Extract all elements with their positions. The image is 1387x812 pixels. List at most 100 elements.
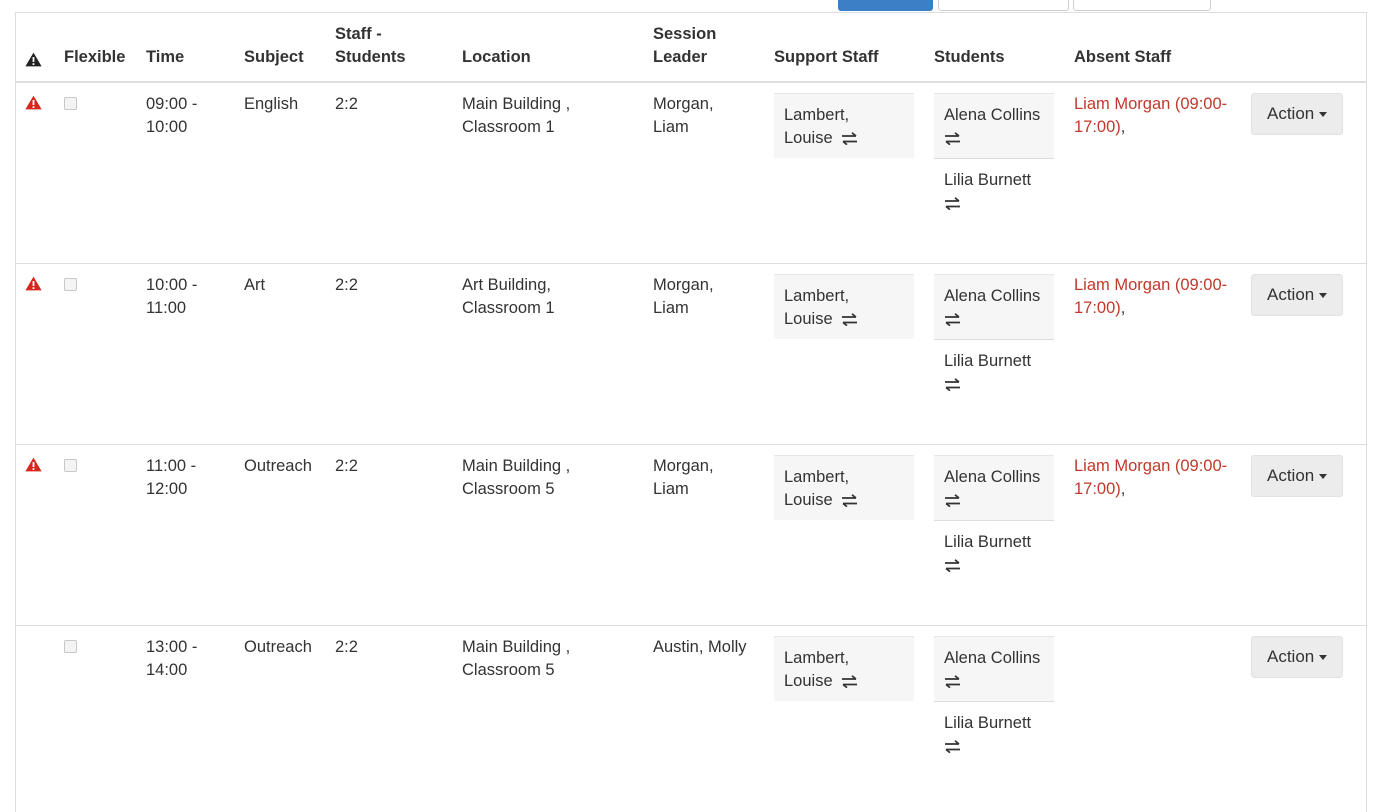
flexible-checkbox[interactable]: [64, 639, 77, 653]
action-dropdown-button[interactable]: Action: [1251, 635, 1344, 678]
student-name: Alena Collins: [944, 648, 1041, 667]
row-ratio: 2:2: [325, 262, 452, 444]
header-action: [1241, 13, 1366, 83]
support-line2: Louise: [784, 671, 833, 690]
student-chip[interactable]: Lilia Burnett: [934, 700, 1054, 766]
row-flexible-cell: [54, 262, 136, 444]
student-chip[interactable]: Alena Collins: [934, 273, 1054, 339]
time-end: 14:00: [146, 660, 188, 679]
support-line1: Lambert,: [784, 648, 850, 667]
leader-line2: Liam: [653, 118, 689, 136]
row-leader-cell: Morgan, Liam: [643, 82, 764, 263]
table-row: 11:00 - 12:00 Outreach 2:2 Main Building…: [16, 443, 1366, 625]
swap-icon[interactable]: [841, 132, 858, 146]
swap-icon[interactable]: [841, 312, 858, 326]
swap-icon[interactable]: [944, 558, 961, 572]
time-end: 10:00: [146, 118, 188, 136]
action-dropdown-button[interactable]: Action: [1251, 454, 1344, 497]
row-students-cell: Alena Collins Lilia Burnett: [924, 443, 1064, 625]
row-students-cell: Alena Collins Lilia Burnett: [924, 262, 1064, 444]
header-flexible: Flexible: [54, 13, 136, 83]
header-warning: [16, 13, 54, 83]
support-staff-chip[interactable]: Lambert, Louise: [774, 635, 914, 701]
header-students: Students: [924, 13, 1064, 83]
action-label: Action: [1267, 465, 1315, 485]
location-line1: Main Building ,: [462, 637, 571, 656]
swap-icon[interactable]: [841, 674, 858, 688]
header-staff-students: Staff - Students: [325, 13, 452, 83]
warning-icon: [25, 52, 42, 67]
student-chip[interactable]: Alena Collins: [934, 93, 1054, 158]
flexible-checkbox[interactable]: [64, 458, 77, 472]
support-staff-chip[interactable]: Lambert, Louise: [774, 93, 914, 158]
swap-icon[interactable]: [944, 674, 961, 688]
leader-line1: Morgan,: [653, 275, 714, 294]
swap-icon[interactable]: [944, 739, 961, 753]
support-line1: Lambert,: [784, 467, 850, 486]
support-line2: Louise: [784, 129, 833, 147]
top-tab-tertiary[interactable]: [1073, 0, 1211, 11]
student-chip[interactable]: Lilia Burnett: [934, 158, 1054, 223]
absent-separator: ,: [1120, 479, 1126, 498]
student-name: Lilia Burnett: [944, 713, 1032, 732]
flexible-checkbox[interactable]: [64, 277, 77, 291]
header-location: Location: [452, 13, 643, 83]
student-chip[interactable]: Lilia Burnett: [934, 338, 1054, 404]
row-support-cell: Lambert, Louise: [764, 82, 924, 263]
leader-line1: Morgan,: [653, 456, 714, 475]
swap-icon[interactable]: [944, 132, 961, 146]
header-time: Time: [136, 13, 234, 83]
student-name: Alena Collins: [944, 106, 1041, 124]
row-subject: English: [244, 95, 299, 113]
swap-icon[interactable]: [944, 312, 961, 326]
action-dropdown-button[interactable]: Action: [1251, 273, 1344, 316]
location-line2: Classroom 5: [462, 660, 555, 679]
sessions-panel: Flexible Time Subject Staff - Students L…: [15, 12, 1367, 812]
absent-staff-link[interactable]: Liam Morgan (09:00-17:00): [1074, 276, 1227, 317]
time-end: 12:00: [146, 479, 188, 498]
leader-line1: Morgan,: [653, 95, 714, 113]
top-tab-secondary[interactable]: [938, 0, 1069, 11]
flexible-checkbox[interactable]: [64, 97, 77, 110]
support-staff-chip[interactable]: Lambert, Louise: [774, 273, 914, 339]
swap-icon[interactable]: [944, 377, 961, 391]
row-ratio: 2:2: [325, 443, 452, 625]
header-subject: Subject: [234, 13, 325, 83]
alert-icon: [25, 276, 42, 290]
row-support-cell: Lambert, Louise: [764, 443, 924, 625]
student-name: Lilia Burnett: [944, 171, 1032, 189]
student-chip[interactable]: Alena Collins: [934, 635, 1054, 701]
student-chip[interactable]: Alena Collins: [934, 454, 1054, 520]
row-subject: Outreach: [234, 443, 325, 625]
table-row: 10:00 - 11:00 Art 2:2 Art Building, Clas…: [16, 262, 1366, 444]
action-dropdown-button[interactable]: Action: [1251, 93, 1344, 135]
swap-icon[interactable]: [841, 493, 858, 507]
row-time-cell: 11:00 - 12:00: [136, 443, 234, 625]
swap-icon[interactable]: [944, 197, 961, 211]
action-label: Action: [1267, 104, 1315, 123]
location-line2: Classroom 5: [462, 479, 555, 498]
row-time-cell: 09:00 - 10:00: [136, 82, 234, 263]
student-chip[interactable]: Lilia Burnett: [934, 519, 1054, 585]
header-staff-students-line2: Students: [335, 48, 406, 66]
location-line1: Art Building,: [462, 275, 551, 294]
support-line1: Lambert,: [784, 106, 850, 124]
absent-separator: ,: [1120, 118, 1126, 136]
alert-icon: [25, 95, 42, 110]
top-tab-primary[interactable]: [838, 0, 933, 11]
row-absent-cell: Liam Morgan (09:00-17:00),: [1064, 262, 1241, 444]
row-ratio: 2:2: [335, 95, 358, 113]
table-row: 09:00 - 10:00 English 2:2 Main Building …: [16, 82, 1366, 263]
row-time-cell: 10:00 - 11:00: [136, 262, 234, 444]
time-start: 11:00 -: [146, 456, 197, 475]
swap-icon[interactable]: [944, 493, 961, 507]
caret-down-icon: [1319, 473, 1328, 479]
support-line2: Louise: [784, 309, 833, 328]
action-label: Action: [1267, 646, 1315, 666]
support-staff-chip[interactable]: Lambert, Louise: [774, 454, 914, 520]
row-leader-cell: Morgan, Liam: [643, 262, 764, 444]
row-warning-cell: [16, 82, 54, 263]
absent-staff-link[interactable]: Liam Morgan (09:00-17:00): [1074, 95, 1227, 136]
row-students-cell: Alena Collins Lilia Burnett: [924, 82, 1064, 263]
absent-staff-link[interactable]: Liam Morgan (09:00-17:00): [1074, 457, 1227, 498]
